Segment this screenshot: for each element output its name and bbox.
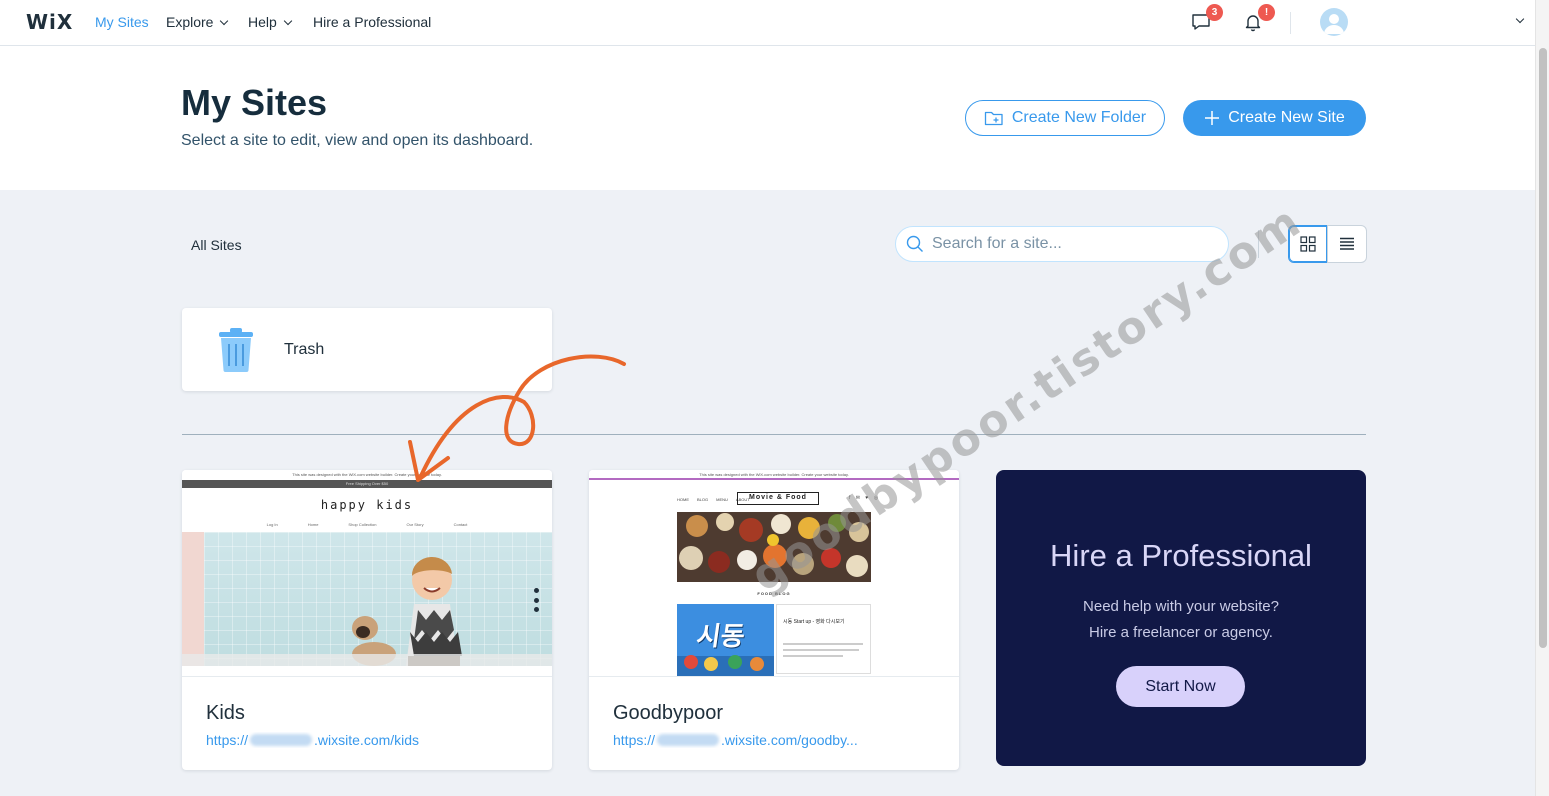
child-and-dog-illustration [182, 556, 552, 666]
messages-badge: 3 [1206, 4, 1223, 21]
search-icon [906, 235, 923, 252]
thumb-nav-item: Home [307, 522, 319, 527]
scrollbar[interactable] [1535, 0, 1549, 796]
site-name: Kids [206, 702, 245, 724]
site-url[interactable]: https:// .wixsite.com/kids [206, 732, 456, 748]
trash-icon [219, 328, 253, 372]
thumb-nav-item: Shop Collection [348, 522, 377, 527]
create-new-site-button[interactable]: Create New Site [1183, 100, 1366, 136]
site-card-goodbypoor[interactable]: This site was designed with the WiX.com … [589, 470, 959, 770]
trash-label: Trash [284, 341, 325, 358]
page-title: My Sites [181, 82, 328, 123]
site-url-suffix: .wixsite.com/goodby... [721, 732, 858, 748]
site-card-kids[interactable]: This site was designed with the WiX.com … [182, 470, 552, 770]
create-new-folder-button[interactable]: Create New Folder [965, 100, 1165, 136]
thumb-nav-item: BLOG [697, 497, 709, 502]
plus-icon [1205, 111, 1220, 125]
wix-logo[interactable]: WiX [26, 10, 73, 34]
hire-description: Need help with your website? Hire a free… [996, 594, 1366, 646]
notifications-badge: ! [1258, 4, 1275, 21]
dot-icon [534, 597, 539, 603]
user-icon [1324, 14, 1344, 34]
search-input[interactable] [932, 235, 1212, 253]
messages-button[interactable]: 3 [1191, 4, 1223, 34]
nav-divider [1290, 12, 1291, 34]
hire-title: Hire a Professional [1050, 538, 1312, 573]
thumb-nav-item: Our Story [406, 522, 424, 527]
list-view-button[interactable] [1327, 225, 1367, 263]
nav-help-label: Help [248, 14, 277, 30]
thumb-shipping-band: Free Shipping Over $50 [182, 480, 552, 488]
thumb-post-title: 시동 Start up - 영화 다시보기 [783, 619, 845, 625]
poster-title: 시동 [694, 622, 747, 652]
account-menu-chevron-icon[interactable] [1515, 14, 1525, 24]
thumb-text-line [783, 643, 863, 645]
thumb-brand: happy kids [320, 498, 414, 512]
thumb-nav: Log In Home Shop Collection Our Story Co… [182, 522, 552, 527]
folder-plus-icon [984, 111, 1003, 126]
all-sites-breadcrumb[interactable]: All Sites [191, 237, 242, 253]
notifications-button[interactable]: ! [1243, 4, 1275, 34]
thumb-nav-item: HOME [677, 497, 689, 502]
toolbar-divider [1258, 230, 1259, 258]
create-new-site-label: Create New Site [1228, 109, 1345, 126]
thumb-text-line [783, 649, 859, 651]
thumb-social-icons: f ✉ ♥ ◎ [849, 495, 881, 501]
thumb-movie-poster: 시동 [677, 604, 774, 676]
redacted-username [250, 734, 313, 746]
nav-help[interactable]: Help [248, 14, 293, 30]
site-url-prefix: https:// [206, 732, 249, 748]
site-thumbnail-kids[interactable]: This site was designed with the WiX.com … [182, 470, 552, 677]
redacted-username [657, 734, 720, 746]
thumb-nav-item: Contact [453, 522, 468, 527]
chevron-down-icon [283, 16, 293, 26]
hire-line-2: Hire a freelancer or agency. [1089, 624, 1273, 641]
grid-icon [1300, 236, 1316, 252]
dot-icon [534, 607, 539, 612]
thumb-logo: Movie & Food [737, 492, 819, 505]
hire-professional-card: Hire a Professional Need help with your … [996, 470, 1366, 766]
list-icon [1340, 237, 1354, 250]
nav-my-sites[interactable]: My Sites [95, 14, 149, 30]
thumb-blog-post: 시동 Start up - 영화 다시보기 [776, 604, 871, 674]
search-field[interactable] [895, 226, 1229, 262]
thumb-section-label: FOOD BLOG [757, 591, 791, 596]
top-nav: WiX My Sites Explore Help Hire a Profess… [0, 0, 1535, 46]
spices-illustration [677, 512, 871, 582]
nav-explore-label: Explore [166, 14, 214, 30]
thumb-nav-item: MENU [716, 497, 728, 502]
nav-explore[interactable]: Explore [166, 14, 229, 30]
site-url-suffix: .wixsite.com/kids [314, 732, 420, 748]
thumb-top-banner: This site was designed with the WiX.com … [589, 470, 959, 480]
hire-line-1: Need help with your website? [1083, 598, 1279, 615]
trash-card[interactable]: Trash [182, 308, 552, 391]
thumb-hero-image [182, 532, 552, 666]
thumb-text-line [783, 655, 843, 657]
scrollbar-thumb[interactable] [1539, 48, 1547, 648]
thumb-food-image [677, 512, 871, 582]
avatar[interactable] [1320, 8, 1348, 36]
start-now-button[interactable]: Start Now [1116, 666, 1245, 707]
nav-hire-professional[interactable]: Hire a Professional [313, 14, 431, 30]
site-url[interactable]: https:// .wixsite.com/goodby... [613, 732, 863, 748]
thumb-nav-item: Log In [266, 522, 278, 527]
page-header: My Sites Select a site to edit, view and… [0, 46, 1535, 190]
dot-icon [534, 588, 539, 593]
site-name: Goodbypoor [613, 702, 724, 724]
thumb-top-banner: This site was designed with the WiX.com … [182, 470, 552, 480]
site-url-prefix: https:// [613, 732, 656, 748]
site-thumbnail-goodbypoor[interactable]: This site was designed with the WiX.com … [589, 470, 959, 677]
create-new-folder-label: Create New Folder [1011, 109, 1147, 126]
page-subtitle: Select a site to edit, view and open its… [181, 132, 534, 149]
chevron-down-icon [220, 16, 229, 26]
site-actions-menu[interactable] [534, 588, 540, 612]
section-divider [182, 434, 1366, 435]
grid-view-button[interactable] [1288, 225, 1328, 263]
